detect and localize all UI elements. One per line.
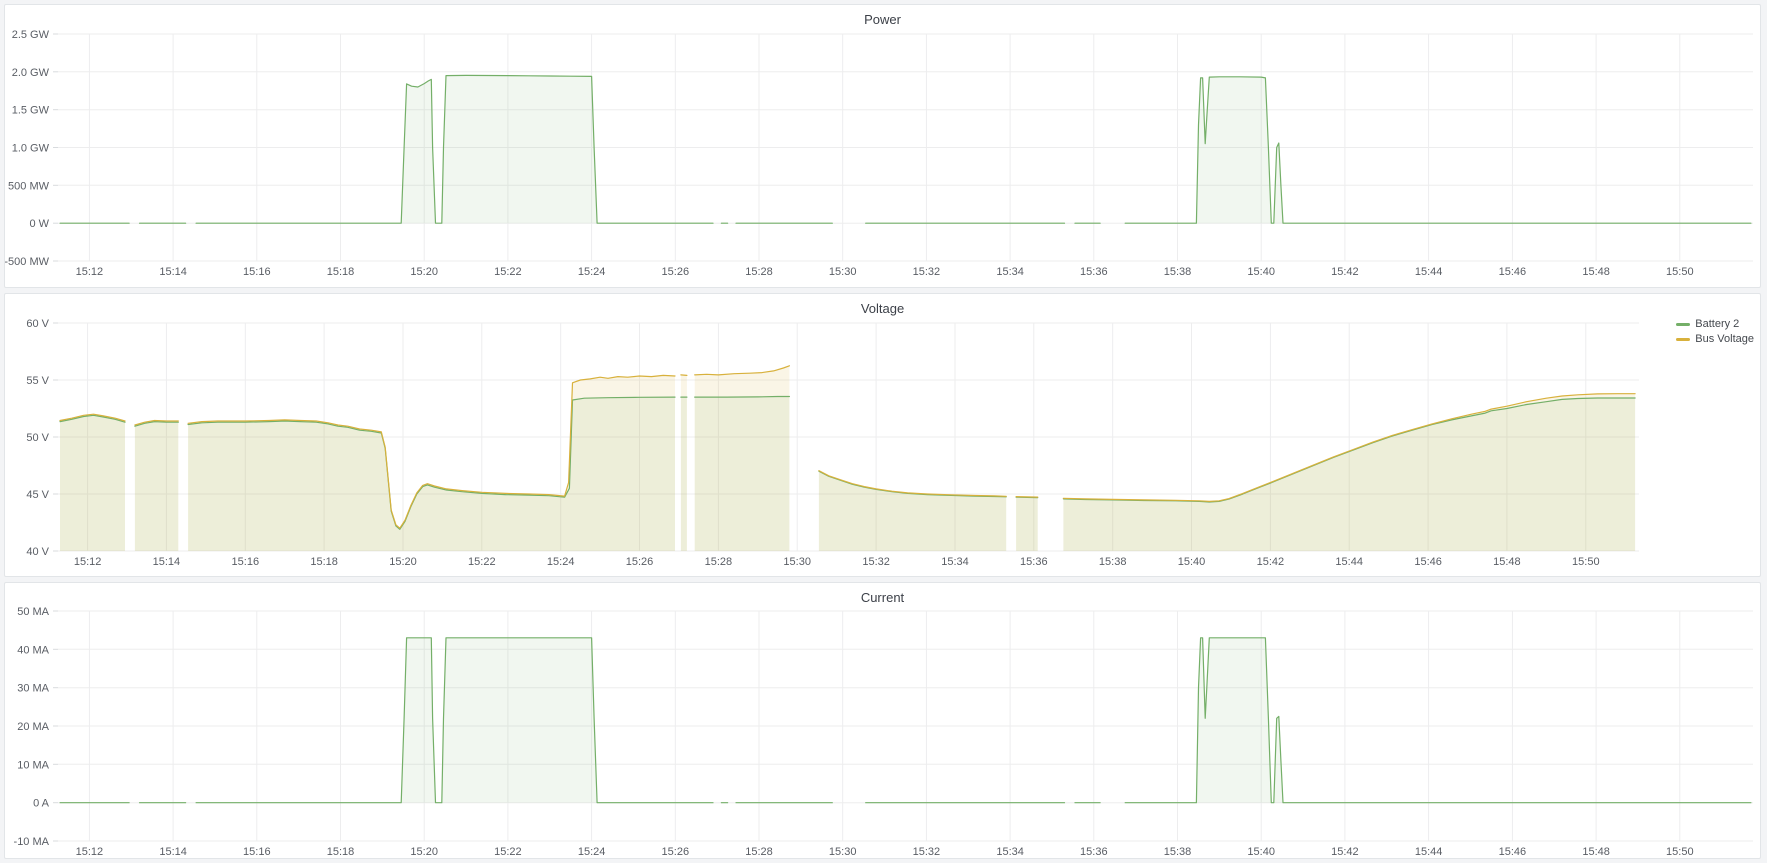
svg-text:15:16: 15:16 [243, 266, 271, 278]
svg-text:15:12: 15:12 [74, 556, 102, 568]
svg-text:15:24: 15:24 [578, 846, 606, 858]
svg-text:15:20: 15:20 [410, 846, 438, 858]
svg-text:15:20: 15:20 [410, 266, 438, 278]
svg-text:15:32: 15:32 [862, 556, 890, 568]
svg-text:15:42: 15:42 [1331, 846, 1359, 858]
svg-text:15:40: 15:40 [1247, 266, 1275, 278]
panel-voltage-title[interactable]: Voltage [5, 294, 1760, 316]
svg-text:15:16: 15:16 [243, 846, 271, 858]
svg-text:15:30: 15:30 [829, 846, 857, 858]
svg-text:15:42: 15:42 [1257, 556, 1285, 568]
panel-current: Current 50 MA 40 MA 30 MA 20 MA 10 MA 0 A -10 … [4, 582, 1761, 859]
svg-text:15:18: 15:18 [327, 846, 355, 858]
legend-label-battery-2: Battery 2 [1695, 318, 1739, 330]
svg-text:15:12: 15:12 [76, 266, 104, 278]
svg-text:15:42: 15:42 [1331, 266, 1359, 278]
panel-voltage: Voltage 60 V 55 V 50 V 45 V 40 V 15:12 15:14 15… [4, 293, 1761, 577]
svg-text:15:48: 15:48 [1582, 846, 1610, 858]
legend-label-bus-voltage: Bus Voltage [1695, 333, 1754, 345]
svg-text:-500 MW: -500 MW [5, 256, 50, 268]
svg-text:15:22: 15:22 [468, 556, 496, 568]
svg-text:15:16: 15:16 [232, 556, 260, 568]
svg-text:15:18: 15:18 [327, 266, 355, 278]
legend: Battery 2 Bus Voltage [1676, 318, 1754, 345]
svg-text:15:26: 15:26 [626, 556, 654, 568]
svg-text:15:34: 15:34 [996, 266, 1024, 278]
svg-text:50 V: 50 V [26, 432, 49, 444]
svg-text:30 MA: 30 MA [17, 683, 49, 695]
svg-text:15:14: 15:14 [159, 266, 187, 278]
svg-text:1.5 GW: 1.5 GW [12, 105, 50, 117]
svg-text:0 A: 0 A [33, 798, 50, 810]
svg-text:15:14: 15:14 [153, 556, 181, 568]
svg-text:50 MA: 50 MA [17, 606, 49, 618]
svg-text:500 MW: 500 MW [8, 180, 50, 192]
svg-text:15:44: 15:44 [1415, 846, 1443, 858]
svg-text:15:44: 15:44 [1415, 266, 1443, 278]
svg-text:15:48: 15:48 [1582, 266, 1610, 278]
svg-text:1.0 GW: 1.0 GW [12, 143, 50, 155]
svg-text:15:44: 15:44 [1335, 556, 1363, 568]
svg-text:15:50: 15:50 [1666, 846, 1694, 858]
svg-text:15:26: 15:26 [662, 266, 690, 278]
svg-text:15:30: 15:30 [783, 556, 811, 568]
svg-text:15:28: 15:28 [705, 556, 733, 568]
svg-text:45 V: 45 V [26, 489, 49, 501]
svg-text:15:20: 15:20 [389, 556, 417, 568]
panel-current-title[interactable]: Current [5, 583, 1760, 605]
panel-power-title[interactable]: Power [5, 5, 1760, 27]
voltage-chart[interactable]: 60 V 55 V 50 V 45 V 40 V 15:12 15:14 15:16 15:18… [5, 294, 1760, 576]
svg-text:15:40: 15:40 [1178, 556, 1206, 568]
svg-text:15:36: 15:36 [1080, 266, 1108, 278]
svg-text:15:48: 15:48 [1493, 556, 1521, 568]
svg-text:60 V: 60 V [26, 318, 49, 330]
svg-text:15:36: 15:36 [1020, 556, 1048, 568]
svg-text:15:36: 15:36 [1080, 846, 1108, 858]
svg-text:15:50: 15:50 [1572, 556, 1600, 568]
svg-text:15:26: 15:26 [662, 846, 690, 858]
svg-text:15:38: 15:38 [1164, 846, 1192, 858]
svg-text:15:30: 15:30 [829, 266, 857, 278]
svg-text:15:32: 15:32 [913, 266, 941, 278]
svg-text:2.0 GW: 2.0 GW [12, 67, 50, 79]
svg-text:15:24: 15:24 [547, 556, 575, 568]
svg-text:-10 MA: -10 MA [14, 836, 50, 848]
svg-text:15:22: 15:22 [494, 846, 522, 858]
svg-text:40 V: 40 V [26, 546, 49, 558]
current-chart[interactable]: 50 MA 40 MA 30 MA 20 MA 10 MA 0 A -10 MA 15:12 1… [5, 583, 1760, 858]
legend-swatch-battery-2 [1676, 323, 1690, 326]
svg-text:15:46: 15:46 [1499, 266, 1527, 278]
svg-text:15:22: 15:22 [494, 266, 522, 278]
svg-text:15:34: 15:34 [941, 556, 969, 568]
svg-text:15:38: 15:38 [1099, 556, 1127, 568]
svg-text:15:28: 15:28 [745, 846, 773, 858]
svg-text:15:46: 15:46 [1414, 556, 1442, 568]
svg-text:15:50: 15:50 [1666, 266, 1694, 278]
legend-item-battery-2[interactable]: Battery 2 [1676, 318, 1754, 330]
power-chart[interactable]: 2.5 GW 2.0 GW 1.5 GW 1.0 GW 500 MW 0 W -500 MW… [5, 5, 1760, 287]
svg-text:0 W: 0 W [29, 218, 49, 230]
svg-text:15:14: 15:14 [159, 846, 187, 858]
svg-text:15:32: 15:32 [913, 846, 941, 858]
svg-text:40 MA: 40 MA [17, 644, 49, 656]
svg-text:10 MA: 10 MA [17, 759, 49, 771]
svg-text:15:46: 15:46 [1499, 846, 1527, 858]
svg-text:20 MA: 20 MA [17, 721, 49, 733]
legend-swatch-bus-voltage [1676, 338, 1690, 341]
panel-power: Power 2.5 GW 2.0 GW 1.5 GW 1.0 GW 500 MW 0 W -… [4, 4, 1761, 288]
svg-text:2.5 GW: 2.5 GW [12, 29, 50, 41]
svg-text:15:40: 15:40 [1247, 846, 1275, 858]
svg-text:15:18: 15:18 [310, 556, 338, 568]
svg-text:15:12: 15:12 [76, 846, 104, 858]
svg-text:55 V: 55 V [26, 375, 49, 387]
svg-text:15:24: 15:24 [578, 266, 606, 278]
svg-text:15:34: 15:34 [996, 846, 1024, 858]
svg-text:15:38: 15:38 [1164, 266, 1192, 278]
svg-text:15:28: 15:28 [745, 266, 773, 278]
legend-item-bus-voltage[interactable]: Bus Voltage [1676, 333, 1754, 345]
